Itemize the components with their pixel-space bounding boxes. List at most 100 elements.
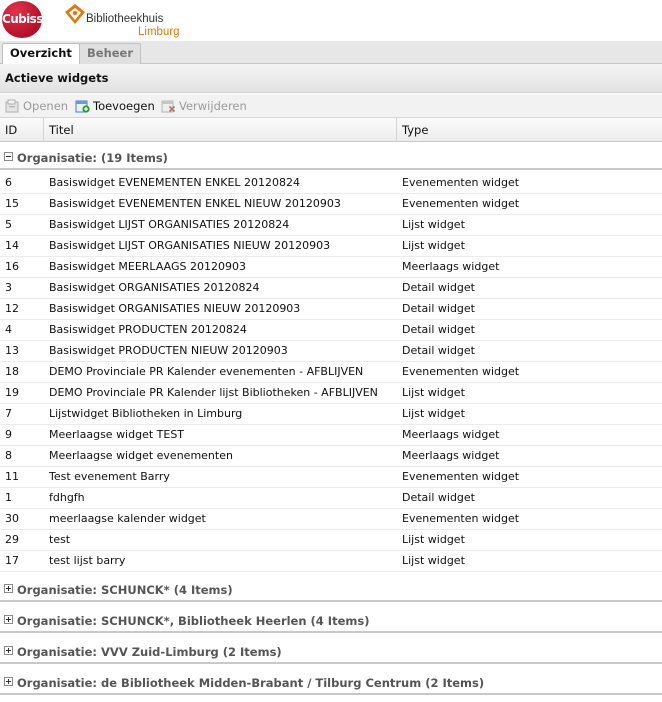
table-row[interactable]: 19 DEMO Provinciale PR Kalender lijst Bib… — [0, 383, 662, 404]
add-button-label: Toevoegen — [93, 99, 155, 113]
delete-button-label: Verwijderen — [179, 99, 247, 113]
column-header-title[interactable]: Titel — [44, 118, 397, 142]
panel-title: Actieve widgets — [0, 64, 662, 93]
cell-type: Meerlaags widget — [402, 428, 500, 441]
cell-id: 11 — [5, 470, 19, 483]
table-row[interactable]: 6 Basiswidget EVENEMENTEN ENKEL 20120824 E… — [0, 173, 662, 194]
cell-type: Evenementen widget — [402, 197, 520, 210]
group-header[interactable]: Organisatie: de Bibliotheek Midden-Braba… — [0, 673, 662, 695]
add-button[interactable]: Toevoegen — [75, 97, 155, 115]
cell-id: 5 — [5, 218, 12, 231]
cell-title: Meerlaagse widget TEST — [49, 428, 185, 441]
group-header[interactable]: Organisatie: SCHUNCK*, Bibliotheek Heerl… — [0, 611, 662, 633]
group-header[interactable]: Organisatie: (19 Items) — [0, 148, 662, 170]
group-header[interactable]: Organisatie: VVV Zuid-Limburg (2 Items) — [0, 642, 662, 664]
cell-title: Meerlaagse widget evenementen — [49, 449, 233, 462]
column-header-type[interactable]: Type — [397, 118, 662, 142]
tab-overzicht[interactable]: Overzicht — [2, 43, 80, 65]
app-header: Cubiss Bibliotheekhuis Limburg — [0, 0, 662, 41]
add-icon — [75, 100, 90, 113]
table-row[interactable]: 12 Basiswidget ORGANISATIES NIEUW 2012090… — [0, 299, 662, 320]
cell-title: Basiswidget ORGANISATIES NIEUW 20120903 — [49, 302, 301, 315]
cell-type: Detail widget — [402, 323, 475, 336]
open-button[interactable]: Openen — [5, 97, 69, 115]
cell-title: Basiswidget LIJST ORGANISATIES 20120824 — [49, 218, 290, 231]
table-row[interactable]: 1 fdhgfh Detail widget — [0, 488, 662, 509]
cell-title: test lijst barry — [49, 554, 126, 567]
table-row[interactable]: 14 Basiswidget LIJST ORGANISATIES NIEUW 2… — [0, 236, 662, 257]
cell-type: Lijst widget — [402, 239, 465, 252]
table-row[interactable]: 18 DEMO Provinciale PR Kalender evenement… — [0, 362, 662, 383]
table-row[interactable]: 7 Lijstwidget Bibliotheken in Limburg Lijs… — [0, 404, 662, 425]
table-row[interactable]: 11 Test evenement Barry Evenementen widget — [0, 467, 662, 488]
bibliotheekhuis-limburg-logo: Bibliotheekhuis Limburg — [64, 2, 180, 40]
cell-type: Lijst widget — [402, 533, 465, 546]
cell-id: 3 — [5, 281, 12, 294]
cell-type: Detail widget — [402, 302, 475, 315]
cell-id: 14 — [5, 239, 19, 252]
cell-title: Basiswidget EVENEMENTEN ENKEL 20120824 — [49, 176, 301, 189]
logo-region: Limburg — [138, 26, 180, 38]
cell-type: Detail widget — [402, 281, 475, 294]
table-row[interactable]: 17 test lijst barry Lijst widget — [0, 551, 662, 572]
cell-id: 1 — [5, 491, 12, 504]
group-label: Organisatie: de Bibliotheek Midden-Braba… — [17, 676, 485, 690]
cell-id: 15 — [5, 197, 19, 210]
collapse-icon[interactable] — [4, 152, 13, 161]
cell-title: Basiswidget PRODUCTEN 20120824 — [49, 323, 247, 336]
cell-type: Meerlaags widget — [402, 449, 500, 462]
cell-id: 19 — [5, 386, 19, 399]
table-row[interactable]: 4 Basiswidget PRODUCTEN 20120824 Detail wi… — [0, 320, 662, 341]
table-row[interactable]: 9 Meerlaagse widget TEST Meerlaags widget — [0, 425, 662, 446]
delete-button[interactable]: Verwijderen — [161, 97, 247, 115]
cell-type: Evenementen widget — [402, 470, 520, 483]
expand-icon[interactable] — [4, 584, 13, 593]
cell-type: Evenementen widget — [402, 512, 520, 525]
cell-title: fdhgfh — [49, 491, 85, 504]
group-label: Organisatie: SCHUNCK* (4 Items) — [17, 583, 233, 597]
table-row[interactable]: 15 Basiswidget EVENEMENTEN ENKEL NIEUW 20… — [0, 194, 662, 215]
cell-type: Evenementen widget — [402, 365, 520, 378]
cell-type: Detail widget — [402, 491, 475, 504]
group-label: Organisatie: SCHUNCK*, Bibliotheek Heerl… — [17, 614, 370, 628]
cell-type: Lijst widget — [402, 218, 465, 231]
table-row[interactable]: 13 Basiswidget PRODUCTEN NIEUW 20120903 De… — [0, 341, 662, 362]
cell-id: 7 — [5, 407, 12, 420]
cell-id: 9 — [5, 428, 12, 441]
table-row[interactable]: 16 Basiswidget MEERLAAGS 20120903 Meerlaag… — [0, 257, 662, 278]
open-button-label: Openen — [23, 99, 69, 113]
table-row[interactable]: 5 Basiswidget LIJST ORGANISATIES 20120824… — [0, 215, 662, 236]
tab-beheer[interactable]: Beheer — [79, 43, 142, 64]
expand-icon[interactable] — [4, 615, 13, 624]
cell-id: 13 — [5, 344, 19, 357]
cell-id: 6 — [5, 176, 12, 189]
cell-title: DEMO Provinciale PR Kalender lijst Bibli… — [49, 386, 378, 399]
group-header[interactable]: Organisatie: SCHUNCK* (4 Items) — [0, 580, 662, 602]
cell-title: Basiswidget LIJST ORGANISATIES NIEUW 201… — [49, 239, 331, 252]
toolbar: Openen Toevoegen Verwijderen — [0, 94, 662, 118]
cell-id: 18 — [5, 365, 19, 378]
column-header-id[interactable]: ID — [0, 118, 44, 142]
cell-id: 8 — [5, 449, 12, 462]
cell-title: Basiswidget PRODUCTEN NIEUW 20120903 — [49, 344, 288, 357]
delete-icon — [161, 100, 176, 113]
cell-id: 30 — [5, 512, 19, 525]
expand-icon[interactable] — [4, 646, 13, 655]
table-row[interactable]: 29 test Lijst widget — [0, 530, 662, 551]
expand-icon[interactable] — [4, 677, 13, 686]
cell-type: Lijst widget — [402, 407, 465, 420]
cell-title: DEMO Provinciale PR Kalender evenementen… — [49, 365, 364, 378]
cell-title: Basiswidget ORGANISATIES 20120824 — [49, 281, 260, 294]
cell-type: Detail widget — [402, 344, 475, 357]
table-row[interactable]: 3 Basiswidget ORGANISATIES 20120824 Detail… — [0, 278, 662, 299]
group-label: Organisatie: VVV Zuid-Limburg (2 Items) — [17, 645, 282, 659]
logo-name: Bibliotheekhuis — [86, 13, 164, 25]
cell-id: 17 — [5, 554, 19, 567]
group-label: Organisatie: (19 Items) — [17, 151, 168, 165]
cubiss-logo: Cubiss — [2, 1, 43, 38]
cell-type: Meerlaags widget — [402, 260, 500, 273]
bibliotheekhuis-mark-icon — [65, 4, 85, 24]
table-row[interactable]: 8 Meerlaagse widget evenementen Meerlaags … — [0, 446, 662, 467]
cell-title: Test evenement Barry — [49, 470, 170, 483]
table-row[interactable]: 30 meerlaagse kalender widget Evenementen … — [0, 509, 662, 530]
